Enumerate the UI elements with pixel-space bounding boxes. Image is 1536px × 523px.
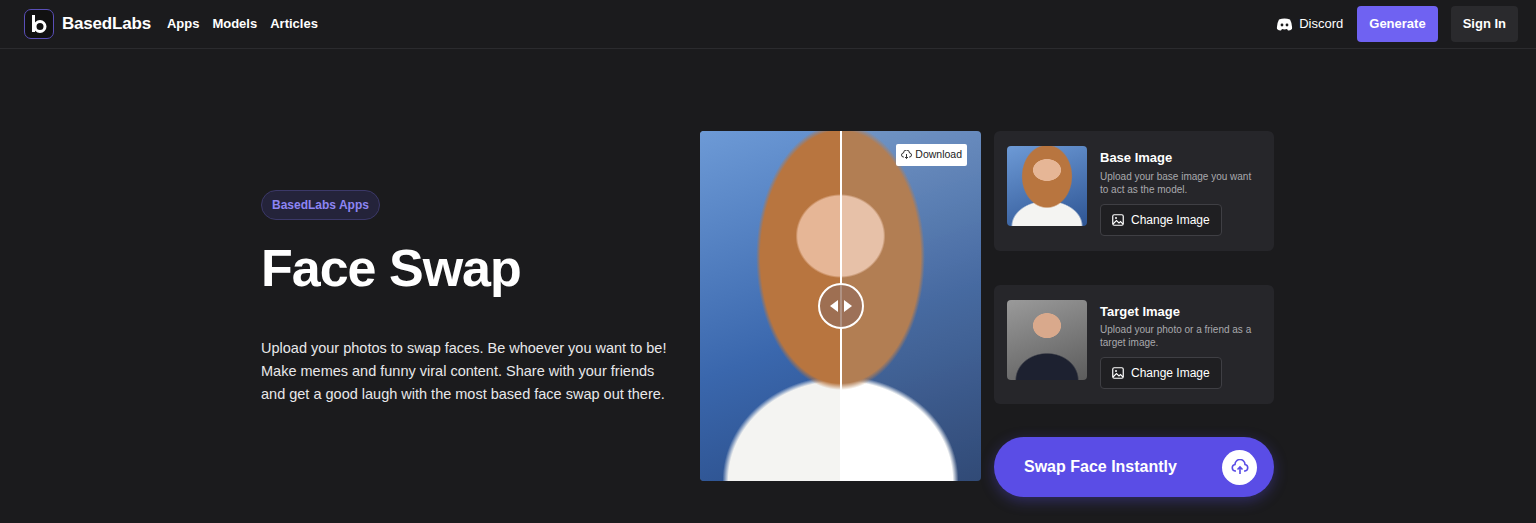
discord-icon [1276, 18, 1293, 31]
page-description: Upload your photos to swap faces. Be who… [261, 337, 676, 406]
discord-link[interactable]: Discord [1276, 14, 1343, 34]
download-label: Download [915, 147, 962, 163]
image-icon [1112, 214, 1124, 226]
target-thumbnail[interactable] [1007, 300, 1087, 380]
page-title: Face Swap [261, 240, 700, 297]
nav-link[interactable]: Models [212, 14, 257, 34]
change-image-button[interactable]: Change Image [1100, 204, 1222, 236]
card-title: Target Image [1100, 302, 1261, 322]
card-description: Upload your base image you want to act a… [1100, 170, 1261, 196]
image-icon [1112, 367, 1124, 379]
arrows-icon [830, 300, 852, 312]
apps-badge: BasedLabs Apps [261, 190, 380, 220]
button-label: Change Image [1131, 364, 1210, 382]
swap-label: Swap Face Instantly [1024, 455, 1177, 479]
card-description: Upload your photo or a friend as a targe… [1100, 323, 1261, 349]
main-area: BasedLabs Apps Face Swap Upload your pho… [0, 49, 1536, 497]
inputs-column: Base ImageUpload your base image you wan… [994, 131, 1274, 497]
base-image-card: Base ImageUpload your base image you wan… [994, 131, 1274, 251]
base-thumbnail[interactable] [1007, 146, 1087, 226]
card-title: Base Image [1100, 148, 1261, 168]
target-image-card: Target ImageUpload your photo or a frien… [994, 285, 1274, 405]
hero-section: BasedLabs Apps Face Swap Upload your pho… [261, 131, 700, 497]
logo-icon [24, 9, 54, 39]
discord-label: Discord [1299, 14, 1343, 34]
split-handle[interactable] [818, 283, 864, 329]
button-label: Change Image [1131, 211, 1210, 229]
nav-link[interactable]: Articles [270, 14, 318, 34]
generate-button[interactable]: Generate [1357, 6, 1437, 42]
top-navbar: BasedLabs Apps Models Articles Discord Gen… [0, 0, 1536, 49]
sign-in-button[interactable]: Sign In [1451, 6, 1518, 42]
brand-name: BasedLabs [62, 11, 151, 37]
download-button[interactable]: Download [896, 144, 967, 166]
swap-face-button[interactable]: Swap Face Instantly [994, 437, 1274, 497]
comparison-preview[interactable]: Download [700, 131, 981, 481]
nav-links: Apps Models Articles [167, 14, 331, 34]
change-image-button[interactable]: Change Image [1100, 357, 1222, 389]
cloud-download-icon [901, 150, 912, 159]
upload-icon [1222, 450, 1257, 485]
nav-link[interactable]: Apps [167, 14, 200, 34]
card-body-text: Target ImageUpload your photo or a frien… [1100, 300, 1261, 390]
brand-link[interactable]: BasedLabs [24, 9, 151, 39]
card-body-text: Base ImageUpload your base image you wan… [1100, 146, 1261, 236]
